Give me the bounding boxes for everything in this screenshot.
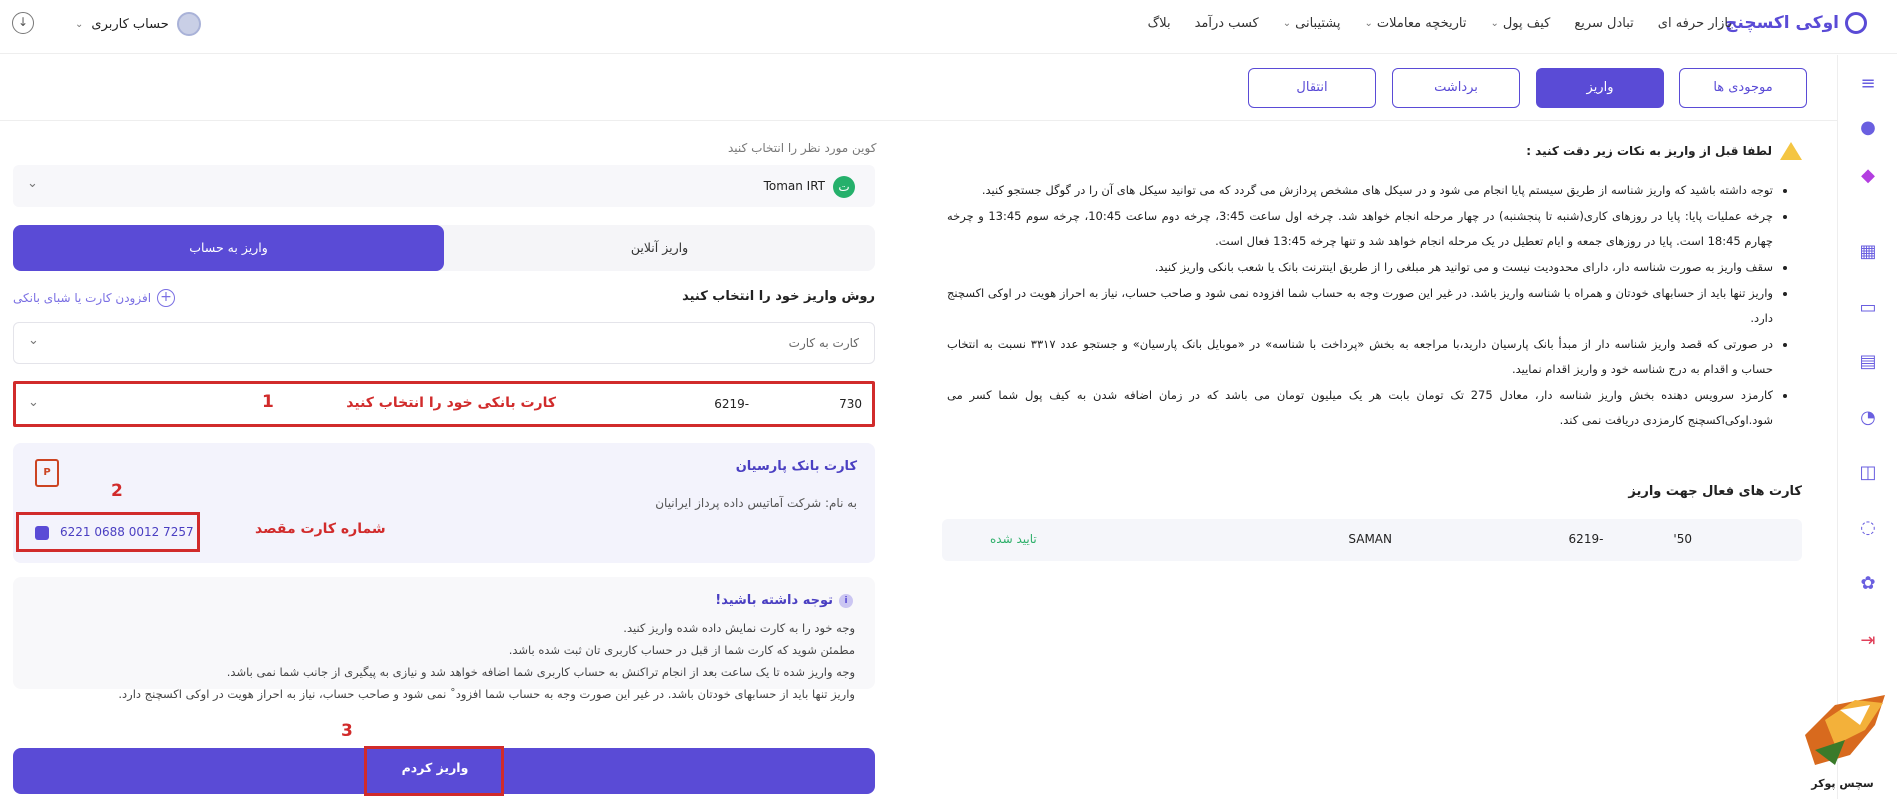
- submit-label: واریز کردم: [401, 760, 469, 775]
- logout-icon[interactable]: ⇥: [1857, 630, 1879, 652]
- account-deposit-option[interactable]: واریز به حساب: [13, 225, 444, 271]
- destination-bank-name: کارت بانک پارسیان: [735, 459, 857, 474]
- menu-item-blog[interactable]: بلاگ: [1148, 16, 1171, 31]
- main-menu: بازار حرفه ای تبادل سریع کیف پول ⌄ تاریخچ…: [1148, 16, 1732, 31]
- tab-withdraw[interactable]: برداشت: [1392, 68, 1520, 108]
- method-select-value: کارت به کارت: [788, 336, 859, 350]
- menu-item-trade-history[interactable]: تاریخچه معاملات ⌄: [1365, 16, 1467, 31]
- notice-title: توجه داشته باشید!: [715, 593, 833, 608]
- menu-item-support[interactable]: پشتیبانی ⌄: [1283, 16, 1341, 31]
- notice-line: مطمئن شوید که کارت شما از قبل در حساب کا…: [508, 643, 855, 657]
- method-label: روش واریز خود را انتخاب کنید: [682, 289, 875, 304]
- deposit-notes-list: توجه داشته باشید که واریز شناسه از طریق …: [947, 178, 1787, 434]
- plus-circle-icon: +: [157, 289, 176, 307]
- card-number: 6219- '50: [1568, 532, 1692, 546]
- parsian-bank-logo-icon: P: [35, 459, 59, 487]
- destination-owner: به نام: شرکت آماتیس داده پرداز ایرانیان: [655, 496, 857, 510]
- user-icon[interactable]: ●: [1857, 117, 1879, 139]
- list-item: چرخه عملیات پایا: پایا در روزهای کاری(شن…: [947, 204, 1773, 254]
- coin-label: کوین مورد نظر را انتخاب کنید: [728, 141, 877, 155]
- status-badge: تایید شده: [990, 532, 1037, 546]
- fox-logo-icon: [1805, 695, 1885, 765]
- list-item: کارمزد سرویس دهنده بخش واریز شناسه دار، …: [947, 383, 1773, 433]
- chevron-down-icon: ⌄: [1490, 18, 1499, 29]
- warning-icon: [1780, 142, 1802, 160]
- settings-icon[interactable]: ✿: [1857, 573, 1879, 595]
- chevron-down-icon: ⌄: [75, 18, 84, 30]
- list-item: در صورتی که قصد واریز شناسه دار از مبدأ …: [947, 332, 1773, 382]
- table-row: 6219- '50 SAMAN تایید شده: [942, 519, 1802, 561]
- tab-deposit[interactable]: واریز: [1536, 68, 1664, 108]
- list-item: واریز تنها باید از حسابهای خودتان و همرا…: [947, 281, 1773, 331]
- pie-chart-icon[interactable]: ◔: [1857, 407, 1879, 429]
- online-deposit-option[interactable]: واریز آنلاین: [444, 225, 875, 271]
- side-navigation: ≡ ● ◆ ▦ ▭ ▤ ◔ ◫ ◌ ✿ ⇥: [1837, 55, 1897, 799]
- list-item: توجه داشته باشید که واریز شناسه از طریق …: [947, 178, 1773, 203]
- warning-title: لطفا قبل از واریز به نکات زیر دقت کنید :: [1526, 144, 1772, 158]
- coin-value: Toman IRT: [763, 179, 825, 193]
- menu-item-wallet[interactable]: کیف پول ⌄: [1490, 16, 1550, 31]
- deposit-method-toggle: واریز آنلاین واریز به حساب: [13, 225, 875, 271]
- brand-name: اوکی اکسچنج: [1725, 13, 1839, 33]
- calendar-icon[interactable]: ▤: [1857, 351, 1879, 373]
- coin-select[interactable]: ت Toman IRT ⌄: [13, 165, 875, 207]
- hexagon-logo-icon: [1845, 12, 1867, 34]
- tab-balances[interactable]: موجودی ها: [1679, 68, 1807, 108]
- grid-icon[interactable]: ▦: [1857, 241, 1879, 263]
- notice-header: i توجه داشته باشید!: [715, 593, 853, 608]
- step-3-label: 3: [341, 721, 353, 741]
- copy-icon[interactable]: [35, 526, 49, 540]
- chevron-down-icon: ⌄: [1282, 18, 1292, 29]
- list-item: سقف واریز به صورت شناسه دار، دارای محدود…: [947, 255, 1773, 280]
- avatar: [176, 12, 201, 36]
- chevron-down-icon: ⌄: [28, 333, 39, 348]
- inbox-icon[interactable]: ◫: [1857, 462, 1879, 484]
- account-label: حساب کاربری: [91, 16, 169, 32]
- notice-line: وجه واریز شده تا یک ساعت بعد از انجام تر…: [226, 665, 855, 679]
- source-card-annotation: کارت بانکی خود را انتخاب کنید: [346, 395, 556, 411]
- download-icon[interactable]: ↓: [12, 12, 34, 34]
- destination-card-annotation: شماره کارت مقصد: [255, 521, 386, 537]
- toman-coin-icon: ت: [833, 176, 855, 198]
- account-menu[interactable]: ⌄ حساب کاربری: [75, 12, 201, 36]
- notice-line: وجه خود را به کارت نمایش داده شده واریز …: [623, 621, 855, 635]
- menu-item-earn[interactable]: کسب درآمد: [1195, 16, 1259, 31]
- menu-icon[interactable]: ≡: [1857, 73, 1879, 95]
- notice-line: واریز تنها باید از حسابهای خودتان باشد. …: [118, 687, 855, 701]
- active-cards-title: کارت های فعال جهت واریز: [1628, 484, 1802, 499]
- destination-card-value: 6221 0688 0012 7257: [60, 525, 194, 539]
- chevron-down-icon: ⌄: [1364, 18, 1373, 29]
- menu-item-pro-market[interactable]: بازار حرفه ای: [1658, 16, 1732, 31]
- top-navbar: اوکی اکسچنج بازار حرفه ای تبادل سریع کیف…: [0, 0, 1897, 54]
- source-card-number: 6219- 730: [714, 397, 862, 411]
- brand-logo[interactable]: اوکی اکسچنج: [1725, 12, 1867, 34]
- notice-lines: وجه خود را به کارت نمایش داده شده واریز …: [35, 617, 855, 705]
- add-card-label: افزودن کارت یا شبای بانکی: [13, 291, 152, 305]
- step-2-label: 2: [111, 481, 123, 501]
- watermark-text: سچس پوکر: [1811, 777, 1874, 790]
- menu-item-quick-swap[interactable]: تبادل سریع: [1574, 16, 1633, 31]
- method-select[interactable]: کارت به کارت ⌄: [13, 322, 875, 364]
- tab-transfer[interactable]: انتقال: [1248, 68, 1376, 108]
- chevron-down-icon: ⌄: [27, 176, 38, 191]
- destination-card-number[interactable]: 6221 0688 0012 7257: [16, 512, 200, 552]
- code-icon[interactable]: ◌: [1857, 517, 1879, 539]
- bank-name: SAMAN: [1348, 532, 1392, 546]
- add-card-link[interactable]: + افزودن کارت یا شبای بانکی: [13, 289, 176, 307]
- notice-panel: i توجه داشته باشید! وجه خود را به کارت ن…: [13, 577, 875, 701]
- divider: [0, 120, 1837, 121]
- wallet-icon[interactable]: ▭: [1857, 297, 1879, 319]
- destination-card-panel: کارت بانک پارسیان به نام: شرکت آماتیس دا…: [13, 443, 875, 563]
- watermark-logo: سچس پوکر: [1795, 695, 1890, 795]
- step-1-label: 1: [262, 392, 274, 412]
- chevron-down-icon: ⌄: [28, 395, 39, 410]
- diamond-icon[interactable]: ◆: [1857, 165, 1879, 187]
- source-card-select[interactable]: 6219- 730 کارت بانکی خود را انتخاب کنید ⌄: [13, 381, 875, 427]
- info-icon: i: [839, 593, 853, 608]
- warning-header: لطفا قبل از واریز به نکات زیر دقت کنید :: [1526, 142, 1802, 160]
